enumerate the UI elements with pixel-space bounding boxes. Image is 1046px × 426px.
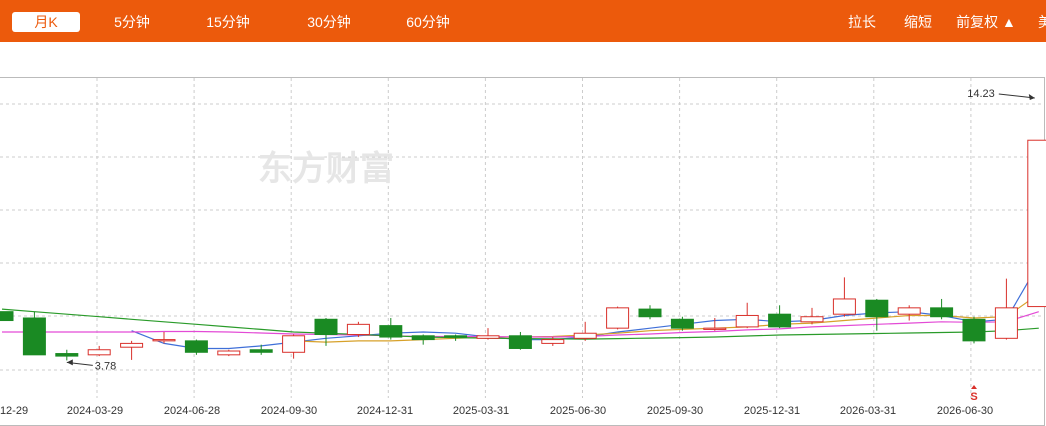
candle-up bbox=[87, 345, 111, 357]
candle-down bbox=[962, 316, 986, 344]
candle-body bbox=[282, 335, 306, 353]
candle-down bbox=[55, 349, 79, 361]
candle-down bbox=[508, 331, 532, 350]
candle-body bbox=[670, 318, 694, 329]
candle-body bbox=[1027, 139, 1046, 308]
x-tick-label: 2025-06-30 bbox=[550, 405, 606, 417]
candle-up bbox=[346, 321, 370, 338]
low-pointer-arrow bbox=[66, 359, 73, 366]
x-tick-label: 2026-03-31 bbox=[840, 405, 896, 417]
candle-body bbox=[930, 307, 954, 318]
candle-down bbox=[670, 316, 694, 331]
candle-up bbox=[120, 340, 144, 360]
candle-body bbox=[994, 307, 1018, 339]
x-tick-label: 12-29 bbox=[0, 405, 28, 417]
candle-up bbox=[832, 277, 856, 317]
high-value-label: 14.23 bbox=[967, 88, 995, 100]
candle-up bbox=[606, 306, 630, 330]
candle-down bbox=[768, 305, 792, 329]
candle-up bbox=[573, 321, 597, 341]
kline-chart[interactable]: 东方财富 14.23 3.78 S 12-29 2024-03-29 2024-06-2… bbox=[0, 0, 1046, 425]
candle-body bbox=[379, 325, 403, 338]
candle-body bbox=[55, 353, 79, 357]
sell-signal-label: S bbox=[970, 391, 977, 403]
candle-down bbox=[930, 298, 954, 320]
candle-body bbox=[87, 349, 111, 356]
x-tick-label: 2025-03-31 bbox=[453, 405, 509, 417]
candle-body bbox=[768, 313, 792, 328]
ma-line-ma10 bbox=[293, 293, 1040, 343]
candle-body bbox=[573, 332, 597, 339]
candle-body bbox=[444, 335, 468, 338]
candle-down bbox=[22, 311, 46, 356]
x-tick-label: 2024-12-31 bbox=[357, 405, 413, 417]
x-tick-label: 2024-06-28 bbox=[164, 405, 220, 417]
candle-body bbox=[606, 307, 630, 329]
low-value-label: 3.78 bbox=[95, 360, 116, 372]
candle-body bbox=[897, 307, 921, 315]
candle-body bbox=[184, 340, 208, 353]
candle-body bbox=[508, 335, 532, 349]
watermark-text: 东方财富 bbox=[258, 149, 394, 189]
candle-body bbox=[865, 299, 889, 318]
candle-down bbox=[379, 318, 403, 340]
x-tick-label: 2025-12-31 bbox=[744, 405, 800, 417]
candle-body bbox=[0, 311, 14, 322]
candle-body bbox=[735, 314, 759, 328]
candle-up bbox=[476, 328, 500, 340]
candle-down bbox=[638, 305, 662, 320]
candle-body bbox=[541, 339, 565, 344]
candle-body bbox=[152, 339, 176, 342]
candle-body bbox=[703, 327, 727, 330]
high-pointer-arrow bbox=[1028, 94, 1035, 100]
candle-body bbox=[346, 323, 370, 336]
candle-up bbox=[152, 331, 176, 344]
candle-body bbox=[476, 335, 500, 339]
candle-body bbox=[962, 318, 986, 342]
candle-body bbox=[800, 316, 824, 323]
candle-down bbox=[184, 339, 208, 355]
candle-body bbox=[120, 342, 144, 348]
candle-up bbox=[897, 305, 921, 321]
candle-body bbox=[249, 349, 273, 353]
candle-down bbox=[0, 311, 14, 322]
x-tick-label: 2026-06-30 bbox=[937, 405, 993, 417]
candle-body bbox=[22, 317, 46, 356]
candle-up bbox=[994, 278, 1018, 340]
candle-up bbox=[217, 349, 241, 357]
candle-down bbox=[865, 298, 889, 331]
x-tick-label: 2025-09-30 bbox=[647, 405, 703, 417]
candle-body bbox=[314, 318, 338, 336]
candle-down bbox=[411, 334, 435, 345]
signal-arrow-icon bbox=[971, 385, 977, 389]
x-tick-label: 2024-03-29 bbox=[67, 405, 123, 417]
candle-up bbox=[1027, 139, 1046, 308]
chart-grid bbox=[0, 78, 1044, 398]
candle-up bbox=[282, 334, 306, 359]
candle-body bbox=[411, 335, 435, 341]
candle-body bbox=[638, 308, 662, 318]
candle-body bbox=[217, 350, 241, 356]
candle-up bbox=[735, 302, 759, 329]
x-tick-label: 2024-09-30 bbox=[261, 405, 317, 417]
candle-body bbox=[832, 298, 856, 315]
